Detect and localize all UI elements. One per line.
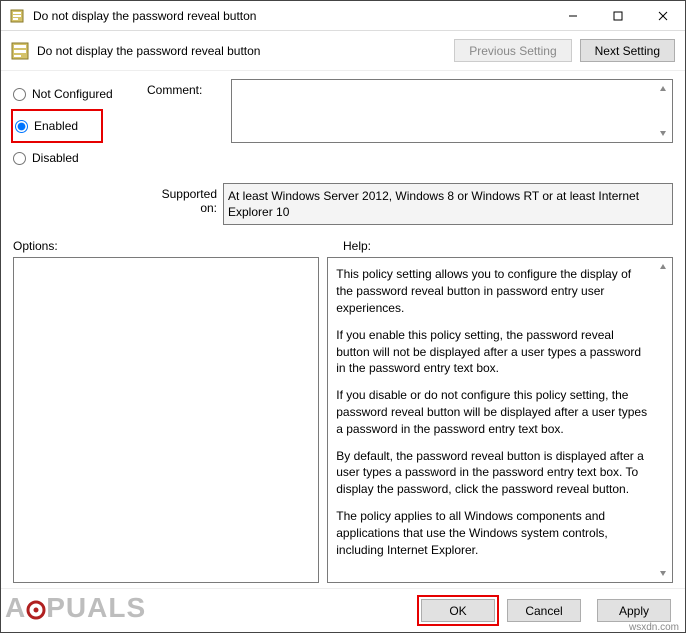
app-icon xyxy=(9,8,25,24)
help-paragraph: If you enable this policy setting, the p… xyxy=(336,327,650,377)
dialog-window: Do not display the password reveal butto… xyxy=(0,0,686,633)
next-setting-button[interactable]: Next Setting xyxy=(580,39,675,62)
help-paragraph: By default, the password reveal button i… xyxy=(336,448,650,498)
help-paragraph: The policy applies to all Windows compon… xyxy=(336,508,650,558)
comment-textarea[interactable] xyxy=(231,79,673,143)
maximize-button[interactable] xyxy=(595,1,640,31)
help-paragraph: This policy setting allows you to config… xyxy=(336,266,650,316)
close-button[interactable] xyxy=(640,1,685,31)
previous-setting-button[interactable]: Previous Setting xyxy=(454,39,571,62)
scroll-up-icon[interactable] xyxy=(655,81,671,97)
setting-icon xyxy=(11,42,29,60)
radio-not-configured[interactable]: Not Configured xyxy=(13,83,143,105)
dialog-footer: OK Cancel Apply xyxy=(1,588,685,632)
radio-enabled-input[interactable] xyxy=(15,120,28,133)
setting-title: Do not display the password reveal butto… xyxy=(37,44,454,58)
radio-enabled[interactable]: Enabled xyxy=(15,115,99,137)
radio-label-not-configured: Not Configured xyxy=(32,87,113,101)
apply-button[interactable]: Apply xyxy=(597,599,671,622)
minimize-button[interactable] xyxy=(550,1,595,31)
source-watermark: wsxdn.com xyxy=(629,622,679,633)
options-label: Options: xyxy=(13,237,343,253)
options-panel xyxy=(13,257,319,583)
scroll-up-icon[interactable] xyxy=(655,259,671,275)
scroll-down-icon[interactable] xyxy=(655,565,671,581)
state-radio-group: Not Configured Enabled Disabled xyxy=(13,79,143,173)
cancel-button[interactable]: Cancel xyxy=(507,599,581,622)
comment-label: Comment: xyxy=(147,79,227,173)
scroll-down-icon[interactable] xyxy=(655,125,671,141)
radio-disabled-input[interactable] xyxy=(13,152,26,165)
radio-label-enabled: Enabled xyxy=(34,119,78,133)
title-bar: Do not display the password reveal butto… xyxy=(1,1,685,31)
radio-label-disabled: Disabled xyxy=(32,151,79,165)
supported-on-label: Supported on: xyxy=(143,183,223,225)
help-paragraph: If you disable or do not configure this … xyxy=(336,387,650,437)
supported-on-value: At least Windows Server 2012, Windows 8 … xyxy=(223,183,673,225)
radio-not-configured-input[interactable] xyxy=(13,88,26,101)
setting-toolbar: Do not display the password reveal butto… xyxy=(1,31,685,71)
content-area: Not Configured Enabled Disabled Comment: xyxy=(1,71,685,588)
help-label: Help: xyxy=(343,237,673,253)
radio-disabled[interactable]: Disabled xyxy=(13,147,143,169)
help-panel: This policy setting allows you to config… xyxy=(327,257,673,583)
window-title: Do not display the password reveal butto… xyxy=(33,9,550,23)
ok-button[interactable]: OK xyxy=(421,599,495,622)
